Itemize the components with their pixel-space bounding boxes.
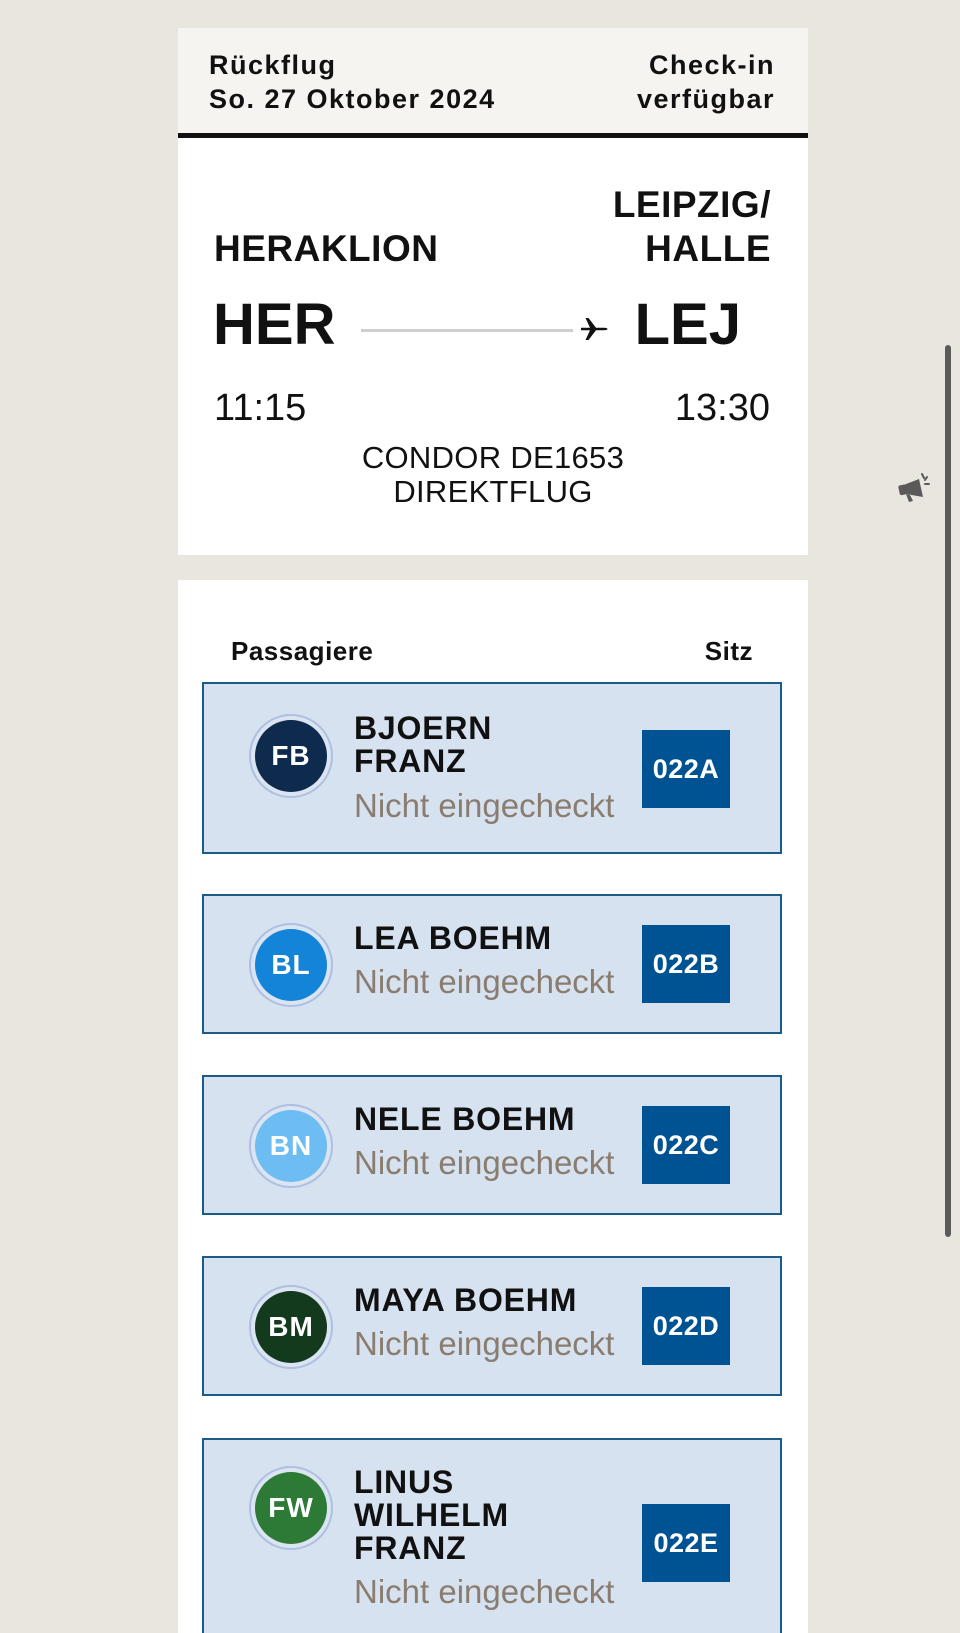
avatar-initials: BL bbox=[255, 929, 327, 1001]
seat-column-label: Sitz bbox=[704, 636, 753, 666]
origin-city: HERAKLION bbox=[214, 228, 439, 269]
flight-number: CONDOR DE1653 bbox=[361, 440, 625, 475]
arrival-time: 13:30 bbox=[674, 387, 770, 429]
seat-badge[interactable]: 022A bbox=[642, 730, 730, 808]
avatar: FW bbox=[249, 1466, 333, 1550]
flight-card[interactable]: Rückflug So. 27 Oktober 2024 Check-in ve… bbox=[178, 28, 808, 555]
flight-header: Rückflug So. 27 Oktober 2024 Check-in ve… bbox=[178, 28, 808, 138]
origin-code: HER bbox=[213, 292, 336, 357]
trip-date-block: Rückflug So. 27 Oktober 2024 bbox=[209, 48, 496, 133]
destination-city: LEIPZIG/ HALLE bbox=[613, 183, 771, 271]
passenger-row[interactable]: FB BJOERN FRANZ Nicht eingecheckt 022A bbox=[202, 682, 782, 854]
passenger-name-line: FRANZ bbox=[354, 1530, 467, 1566]
passenger-name-line: FRANZ bbox=[354, 743, 467, 779]
passengers-label: Passagiere bbox=[231, 636, 374, 666]
checkin-status-text: Nicht eingecheckt bbox=[354, 963, 615, 1000]
avatar-initials: FW bbox=[255, 1472, 327, 1544]
seat-badge[interactable]: 022B bbox=[642, 925, 730, 1003]
passengers-header: Passagiere Sitz bbox=[231, 636, 753, 667]
checkin-status-line2: verfügbar bbox=[636, 84, 775, 114]
passenger-name-line: NELE BOEHM bbox=[354, 1101, 576, 1137]
passenger-name-line: LINUS bbox=[354, 1464, 454, 1500]
avatar: BN bbox=[249, 1104, 333, 1188]
avatar: FB bbox=[249, 714, 333, 798]
flight-info: CONDOR DE1653 DIREKTFLUG bbox=[178, 441, 808, 509]
passenger-name-line: LEA BOEHM bbox=[354, 920, 553, 956]
seat-badge[interactable]: 022E bbox=[642, 1504, 730, 1582]
trip-direction: Rückflug bbox=[209, 50, 337, 80]
passenger-name: LINUS WILHELM FRANZ bbox=[354, 1466, 509, 1565]
checkin-status-text: Nicht eingecheckt bbox=[354, 1144, 615, 1181]
passenger-name: MAYA BOEHM bbox=[354, 1284, 577, 1317]
trip-date: So. 27 Oktober 2024 bbox=[209, 84, 496, 114]
destination-city-line2: HALLE bbox=[645, 228, 771, 269]
flight-type: DIREKTFLUG bbox=[393, 474, 593, 509]
checkin-status-text: Nicht eingecheckt bbox=[354, 1325, 615, 1362]
passenger-row[interactable]: BM MAYA BOEHM Nicht eingecheckt 022D bbox=[202, 1256, 782, 1396]
avatar-initials: BM bbox=[255, 1291, 327, 1363]
passenger-name: LEA BOEHM bbox=[354, 922, 552, 955]
passenger-row[interactable]: FW LINUS WILHELM FRANZ Nicht eingecheckt… bbox=[202, 1438, 782, 1633]
passenger-row[interactable]: BL LEA BOEHM Nicht eingecheckt 022B bbox=[202, 894, 782, 1034]
passengers-card: Passagiere Sitz FB BJOERN FRANZ Nicht ei… bbox=[178, 580, 808, 1633]
seat-badge[interactable]: 022D bbox=[642, 1287, 730, 1365]
passenger-name-line: WILHELM bbox=[354, 1497, 509, 1533]
seat-badge[interactable]: 022C bbox=[642, 1106, 730, 1184]
route-section: HERAKLION LEIPZIG/ HALLE HER LEJ 11:15 1… bbox=[178, 138, 808, 550]
checkin-status-text: Nicht eingecheckt bbox=[354, 1573, 615, 1610]
passenger-name-line: MAYA BOEHM bbox=[354, 1282, 578, 1318]
avatar-initials: BN bbox=[255, 1110, 327, 1182]
checkin-status: Check-in verfügbar bbox=[637, 48, 775, 133]
route-line bbox=[361, 329, 573, 332]
passenger-name: BJOERN FRANZ bbox=[354, 712, 492, 778]
passenger-name: NELE BOEHM bbox=[354, 1103, 575, 1136]
avatar: BM bbox=[249, 1285, 333, 1369]
megaphone-icon[interactable] bbox=[895, 468, 937, 510]
page: Rückflug So. 27 Oktober 2024 Check-in ve… bbox=[0, 0, 960, 1633]
avatar: BL bbox=[249, 923, 333, 1007]
checkin-status-line1: Check-in bbox=[648, 50, 775, 80]
avatar-initials: FB bbox=[255, 720, 327, 792]
checkin-status-text: Nicht eingecheckt bbox=[354, 787, 615, 824]
destination-code: LEJ bbox=[634, 292, 741, 357]
passenger-name-line: BJOERN bbox=[354, 710, 493, 746]
airplane-icon bbox=[581, 318, 608, 340]
departure-time: 11:15 bbox=[214, 387, 307, 429]
passenger-row[interactable]: BN NELE BOEHM Nicht eingecheckt 022C bbox=[202, 1075, 782, 1215]
scrollbar[interactable] bbox=[945, 345, 951, 1237]
destination-city-line1: LEIPZIG/ bbox=[612, 184, 771, 225]
